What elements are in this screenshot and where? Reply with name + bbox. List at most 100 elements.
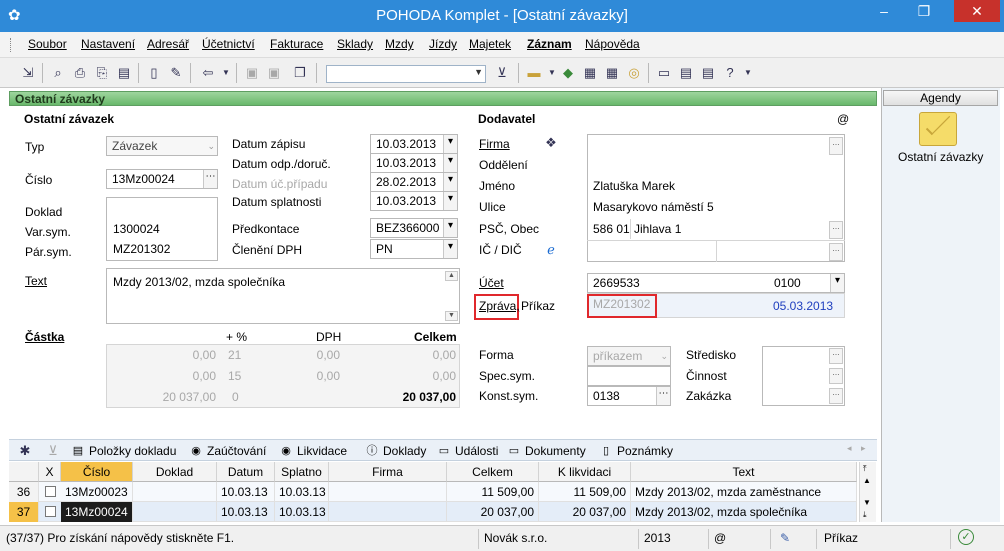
print-icon[interactable]: ⎙ — [72, 65, 88, 81]
cell-text[interactable]: Mzdy 2013/02, mzda zaměstnance — [631, 482, 857, 502]
scroll-top-icon[interactable]: ⤒ — [863, 464, 867, 474]
chevron-down-icon[interactable]: ▾ — [830, 274, 844, 292]
datum-odp-field[interactable]: 10.03.2013 ▾ — [370, 153, 458, 173]
date-picker-icon[interactable]: ▾ — [443, 173, 457, 191]
help-icon[interactable]: ? — [722, 65, 738, 81]
amount-celkem[interactable]: 0,00 — [390, 369, 456, 383]
date-picker-icon[interactable]: ▾ — [443, 154, 457, 172]
menu-sklady[interactable]: Sklady — [337, 37, 373, 51]
tab-poznamky[interactable]: ▯ Poznámky — [599, 443, 673, 460]
col-header-doklad[interactable]: Doklad — [133, 462, 217, 482]
menu-mzdy[interactable]: Mzdy — [385, 37, 414, 51]
scroll-down-icon[interactable]: ▼ — [863, 498, 871, 507]
address-book-icon[interactable]: ❖ — [543, 135, 559, 151]
cell-splatno[interactable]: 10.03.13 — [275, 482, 329, 502]
amount-dph[interactable]: 0,00 — [290, 348, 340, 362]
menu-soubor[interactable]: Soubor — [28, 37, 67, 51]
col-header-celkem[interactable]: Celkem — [447, 462, 539, 482]
psc-value[interactable]: 586 01 — [593, 222, 630, 236]
menu-nastaveni[interactable]: Nastavení — [81, 37, 135, 51]
col-header-likvidace[interactable]: K likvidaci — [539, 462, 631, 482]
search-combo[interactable]: ▼ — [326, 65, 486, 83]
cell-celkem[interactable]: 20 037,00 — [447, 502, 539, 522]
chevron-down-icon[interactable]: ⌄ — [660, 347, 668, 365]
notes-icon[interactable]: ▤ — [700, 65, 716, 81]
tab-dokumenty[interactable]: ▭ Dokumenty — [507, 443, 586, 460]
amount-base[interactable]: 20 037,00 — [140, 390, 216, 404]
tabs-scroll-left-icon[interactable]: ◂ — [847, 443, 852, 454]
menu-napoveda[interactable]: Nápověda — [585, 37, 640, 51]
asterisk-icon[interactable]: ✱ — [17, 443, 33, 459]
tag-icon[interactable]: ◆ — [560, 65, 576, 81]
tab-udalosti[interactable]: ▭ Události — [437, 443, 499, 460]
cell-celkem[interactable]: 11 509,00 — [447, 482, 539, 502]
menu-adresar[interactable]: Adresář — [147, 37, 189, 51]
cell-cislo[interactable]: 13Mz00023 — [61, 482, 133, 502]
back-icon[interactable]: ⇦ — [200, 65, 216, 81]
cinnost-picker-icon[interactable]: ⋯ — [829, 368, 843, 384]
jmeno-value[interactable]: Zlatuška Marek — [593, 179, 675, 193]
ulice-value[interactable]: Masarykovo náměstí 5 — [593, 200, 714, 214]
close-button[interactable]: ✕ — [954, 0, 1000, 22]
col-header-rownum[interactable] — [9, 462, 39, 482]
col-header-x[interactable]: X — [39, 462, 61, 482]
menu-majetek[interactable]: Majetek — [469, 37, 511, 51]
cell-splatno[interactable]: 10.03.13 — [275, 502, 329, 522]
dic-picker-icon[interactable]: ⋯ — [829, 243, 843, 261]
list-icon[interactable]: ▤ — [678, 65, 694, 81]
chevron-down-icon[interactable]: ▼ — [474, 67, 483, 77]
copy-icon[interactable]: ❐ — [292, 65, 308, 81]
save-icon[interactable]: ▣ — [244, 65, 260, 81]
menu-zaznam[interactable]: Záznam — [527, 37, 572, 51]
datum-splat-field[interactable]: 10.03.2013 ▾ — [370, 191, 458, 211]
grid-scrollbar[interactable] — [859, 462, 876, 522]
filter-icon[interactable]: ⊻ — [494, 65, 510, 81]
back-dropdown-icon[interactable]: ▼ — [218, 65, 234, 81]
minimize-button[interactable]: – — [870, 0, 898, 22]
datum-zapisu-field[interactable]: 10.03.2013 ▾ — [370, 134, 458, 154]
obec-picker-icon[interactable]: ⋯ — [829, 221, 843, 239]
cislo-picker-icon[interactable]: ⋯ — [203, 170, 217, 188]
cell-firma[interactable] — [329, 502, 447, 522]
firma-picker-icon[interactable]: ⋯ — [829, 137, 843, 155]
text-area[interactable]: Mzdy 2013/02, mzda společníka ▲ ▼ — [106, 268, 460, 324]
print-setup-icon[interactable]: ⎘ — [94, 65, 110, 81]
col-header-firma[interactable]: Firma — [329, 462, 447, 482]
chevron-down-icon[interactable]: ⌄ — [207, 137, 215, 155]
scroll-up-icon[interactable]: ▲ — [863, 476, 871, 485]
cell-likvidace[interactable]: 20 037,00 — [539, 502, 631, 522]
typ-select[interactable]: Závazek ⌄ — [106, 136, 218, 156]
col-header-cislo[interactable]: Číslo — [61, 462, 133, 482]
specsym-field[interactable] — [587, 366, 671, 386]
preview-icon[interactable]: ⌕ — [50, 65, 66, 81]
message-icon[interactable]: ▭ — [656, 65, 672, 81]
folder-dropdown-icon[interactable]: ▼ — [544, 65, 560, 81]
chevron-down-icon[interactable]: ▾ — [443, 240, 457, 258]
coins-icon[interactable]: ◎ — [626, 65, 642, 81]
report-icon[interactable]: ▤ — [116, 65, 132, 81]
konstsym-picker-icon[interactable]: ⋯ — [656, 387, 670, 405]
tabs-scroll-right-icon[interactable]: ▸ — [861, 443, 866, 454]
datum-ucpr-field[interactable]: 28.02.2013 ▾ — [370, 172, 458, 192]
obec-value[interactable]: Jihlava 1 — [634, 222, 681, 236]
row-number[interactable]: 36 — [9, 482, 39, 502]
chevron-down-icon[interactable]: ▾ — [443, 219, 457, 237]
date-picker-icon[interactable]: ▾ — [443, 192, 457, 210]
date-picker-icon[interactable]: ▾ — [443, 135, 457, 153]
col-header-text[interactable]: Text — [631, 462, 857, 482]
row-checkbox[interactable] — [45, 506, 56, 517]
konstsym-field[interactable]: 0138 ⋯ — [587, 386, 671, 406]
email-icon[interactable]: @ — [837, 112, 849, 126]
col-header-datum[interactable]: Datum — [217, 462, 275, 482]
varsym-value[interactable]: 1300024 — [113, 222, 160, 236]
cislo-field[interactable]: 13Mz00024 ⋯ — [106, 169, 218, 189]
zprava-value[interactable]: MZ201302 — [593, 297, 650, 311]
forma-select[interactable]: příkazem ⌄ — [587, 346, 671, 366]
cell-text[interactable]: Mzdy 2013/02, mzda společníka — [631, 502, 857, 522]
exit-icon[interactable]: ⇲ — [20, 65, 36, 81]
amount-celkem[interactable]: 0,00 — [390, 348, 456, 362]
calendar-icon[interactable]: ▦ — [604, 65, 620, 81]
menu-fakturace[interactable]: Fakturace — [270, 37, 323, 51]
help-dropdown-icon[interactable]: ▼ — [740, 65, 756, 81]
amount-dph[interactable]: 0,00 — [290, 369, 340, 383]
